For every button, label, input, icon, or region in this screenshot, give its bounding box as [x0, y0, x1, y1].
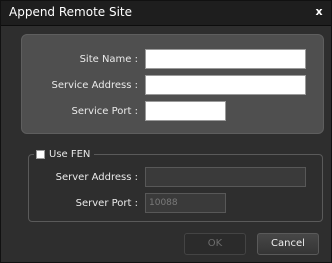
site-name-label: Site Name : — [79, 54, 138, 65]
service-port-label: Service Port : — [71, 106, 138, 117]
cancel-button[interactable]: Cancel — [257, 233, 319, 255]
use-fen-checkbox[interactable] — [36, 149, 45, 159]
service-port-input[interactable] — [145, 101, 226, 121]
use-fen-toggle[interactable]: Use FEN — [34, 146, 95, 162]
dialog-window: Append Remote Site x Site Name : Service… — [0, 0, 332, 263]
site-name-input[interactable] — [145, 49, 306, 69]
ok-button[interactable]: OK — [184, 233, 246, 255]
server-port-label: Server Port : — [75, 198, 138, 209]
service-address-input[interactable] — [145, 75, 306, 95]
server-address-label: Server Address : — [55, 172, 138, 183]
dialog-title: Append Remote Site — [9, 5, 133, 19]
title-bar[interactable]: Append Remote Site x — [1, 1, 331, 26]
server-port-input[interactable] — [145, 193, 226, 213]
close-icon[interactable]: x — [313, 5, 325, 19]
use-fen-label: Use FEN — [49, 148, 91, 160]
service-address-label: Service Address : — [51, 80, 138, 91]
server-address-input[interactable] — [145, 167, 306, 187]
